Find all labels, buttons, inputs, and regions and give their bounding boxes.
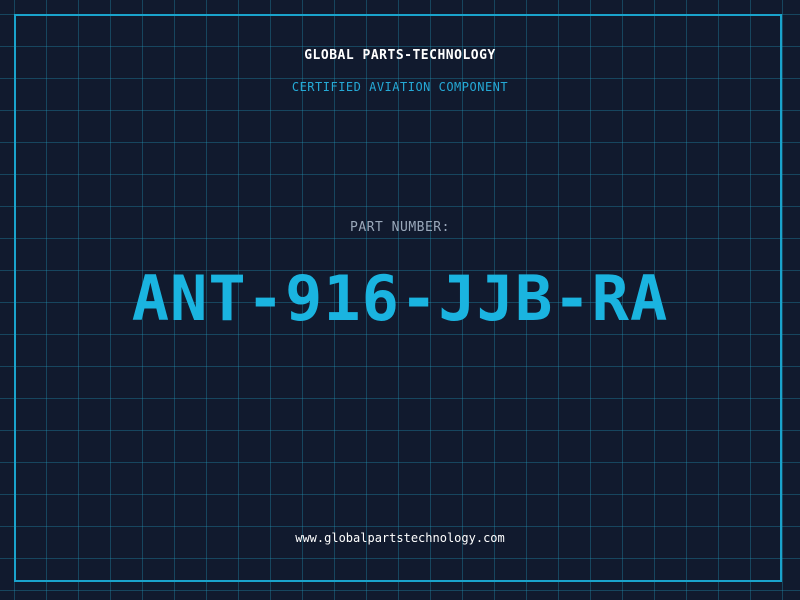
company-tagline: CERTIFIED AVIATION COMPONENT	[291, 80, 509, 94]
part-number-value: ANT-916-JJB-RA	[131, 262, 669, 335]
website-url: www.globalpartstechnology.com	[295, 531, 505, 545]
part-number-label: PART NUMBER:	[350, 220, 450, 235]
company-name: GLOBAL PARTS-TECHNOLOGY	[304, 48, 496, 63]
